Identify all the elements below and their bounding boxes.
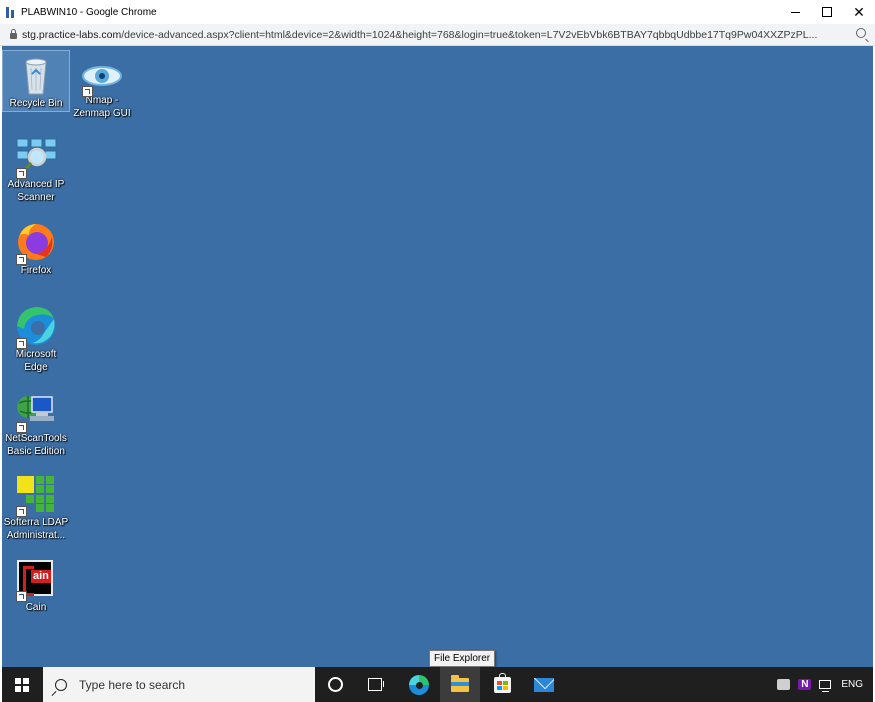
file-explorer-icon (451, 674, 469, 692)
desktop[interactable]: Recycle Bin Nmap - Zenmap GUI Advanced I… (2, 46, 873, 667)
shortcut-arrow-icon (16, 506, 27, 517)
desktop-icon-label: Microsoft (15, 349, 57, 360)
shortcut-arrow-icon (16, 591, 27, 602)
taskbar-store-button[interactable] (482, 667, 522, 702)
minimize-icon (790, 12, 800, 13)
desktop-icon-recycle-bin[interactable]: Recycle Bin (2, 50, 70, 112)
netscantools-icon (14, 389, 58, 433)
edge-icon (409, 674, 429, 695)
network-tray-icon[interactable] (819, 680, 832, 692)
close-icon: ✕ (853, 3, 865, 20)
firefox-icon (14, 221, 58, 265)
printer-tray-icon[interactable] (777, 679, 791, 690)
desktop-icon-label: Basic Edition (7, 446, 65, 457)
desktop-icon-advanced-ip-scanner[interactable]: Advanced IP Scanner (3, 132, 69, 204)
lock-icon (10, 29, 17, 39)
shortcut-arrow-icon (16, 168, 27, 179)
practice-labs-app-icon (6, 6, 16, 18)
desktop-icon-nmap-zenmap[interactable]: Nmap - Zenmap GUI (69, 58, 135, 120)
desktop-icon-label: Administrat... (6, 530, 66, 541)
cortana-button[interactable] (315, 667, 355, 702)
window-controls: ✕ (779, 0, 875, 24)
shortcut-arrow-icon (16, 338, 27, 349)
shortcut-arrow-icon (82, 86, 93, 97)
advanced-ip-scanner-icon (14, 135, 58, 179)
zoom-icon[interactable] (856, 28, 866, 38)
taskbar: Type here to search N ENG (2, 667, 873, 702)
shortcut-arrow-icon (16, 422, 27, 433)
url-path: /device-advanced.aspx?client=html&device… (121, 28, 818, 41)
url-text[interactable]: stg.practice-labs.com/device-advanced.as… (22, 29, 852, 41)
desktop-icon-softerra-ldap[interactable]: Softerra LDAP Administrat... (3, 470, 69, 542)
mail-icon (534, 677, 554, 692)
desktop-icon-label: Zenmap GUI (73, 108, 131, 119)
system-tray: N ENG (777, 667, 873, 702)
desktop-icon-netscantools[interactable]: NetScanTools Basic Edition (3, 386, 69, 458)
taskbar-edge-button[interactable] (399, 667, 439, 702)
search-icon (55, 678, 67, 691)
taskbar-search-box[interactable]: Type here to search (43, 667, 315, 702)
url-host: stg.practice-labs.com (22, 28, 122, 41)
desktop-icon-label: NetScanTools (5, 433, 67, 444)
store-icon (493, 672, 511, 693)
onenote-tray-icon[interactable]: N (798, 679, 812, 690)
address-bar[interactable]: stg.practice-labs.com/device-advanced.as… (0, 24, 875, 46)
softerra-ldap-icon (14, 473, 58, 517)
taskbar-mail-button[interactable] (524, 667, 564, 702)
desktop-icon-firefox[interactable]: Firefox (3, 218, 69, 277)
language-indicator[interactable]: ENG (841, 679, 863, 690)
task-view-button[interactable] (355, 667, 395, 702)
shortcut-arrow-icon (16, 254, 27, 265)
window-title: PLABWIN10 - Google Chrome (21, 6, 157, 18)
maximize-button[interactable] (811, 0, 843, 24)
windows-logo-icon (15, 677, 29, 692)
desktop-icon-label: Firefox (20, 265, 52, 276)
browser-title-bar: PLABWIN10 - Google Chrome ✕ (0, 0, 875, 24)
edge-icon (14, 305, 58, 349)
search-placeholder: Type here to search (79, 677, 186, 692)
nmap-eye-icon (80, 61, 124, 103)
task-view-icon (368, 678, 384, 691)
desktop-icon-label: Advanced IP (7, 179, 65, 190)
desktop-icon-cain[interactable]: ain Cain (3, 555, 69, 614)
desktop-icon-label: Cain (25, 602, 47, 613)
close-button[interactable]: ✕ (843, 0, 875, 24)
maximize-icon (822, 7, 832, 17)
taskbar-file-explorer-button[interactable] (440, 667, 480, 702)
desktop-icon-label: Softerra LDAP (3, 517, 69, 528)
desktop-icon-label: Recycle Bin (9, 98, 63, 109)
desktop-icon-label: Scanner (17, 192, 55, 203)
minimize-button[interactable] (779, 0, 811, 24)
start-button[interactable] (2, 667, 42, 702)
desktop-icon-microsoft-edge[interactable]: Microsoft Edge (3, 302, 69, 374)
desktop-icon-label: Edge (24, 362, 48, 373)
file-explorer-tooltip: File Explorer (429, 650, 496, 667)
cain-icon: ain (14, 558, 58, 602)
cortana-icon (327, 677, 343, 692)
cain-logo-text: ain (31, 570, 51, 583)
recycle-bin-icon (14, 54, 58, 96)
